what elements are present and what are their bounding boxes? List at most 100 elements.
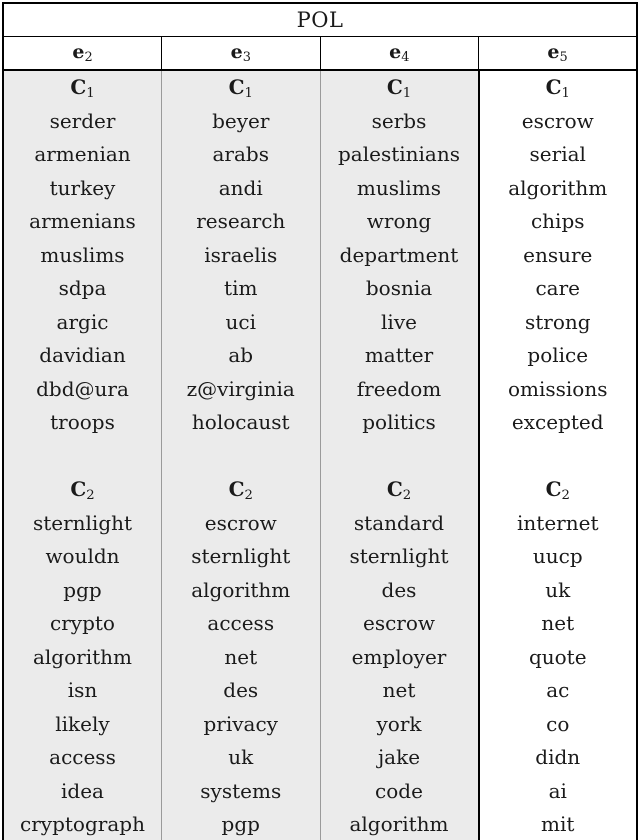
term-item: bosnia <box>365 276 433 300</box>
term-item: des <box>381 577 417 602</box>
term-item: department <box>339 242 459 267</box>
term-item: israelis <box>204 242 278 267</box>
term-item: mit <box>541 812 575 836</box>
term-item: z@virginia <box>186 376 295 401</box>
term-item: turkey <box>49 175 116 200</box>
term-item: dbd@ura <box>36 376 129 401</box>
term-item: employer <box>351 644 447 669</box>
cluster-label-base: C <box>70 477 87 501</box>
term-item: sternlight <box>349 544 449 568</box>
term-item: code <box>375 778 423 803</box>
cluster-label-subscript: 2 <box>86 487 95 503</box>
term-item: algorithm <box>191 577 291 602</box>
term-item: internet <box>517 510 599 535</box>
term-item: isn <box>67 678 98 702</box>
term-item: armenians <box>29 209 136 233</box>
term-item: omissions <box>507 376 608 401</box>
term-item: serbs <box>371 108 427 133</box>
term-item: pgp <box>63 577 102 602</box>
term-item: access <box>207 611 275 635</box>
term-item: holocaust <box>191 410 290 434</box>
term-item: chips <box>530 209 585 233</box>
term-item: ensure <box>523 242 593 267</box>
cluster-separator <box>162 440 320 474</box>
term-item: algorithm <box>508 175 608 200</box>
term-item: muslims <box>40 242 125 267</box>
term-item: matter <box>364 343 434 367</box>
cluster-label-subscript: 1 <box>402 85 412 101</box>
table-title-row: POL <box>2 2 638 37</box>
cluster-label: C1 <box>4 71 161 105</box>
term-item: cryptograph <box>20 812 145 836</box>
term-item: york <box>376 711 422 736</box>
column-body-e5: C1 escrow serial algorithm chips ensure care st… <box>478 70 638 840</box>
term-item: co <box>546 711 570 736</box>
cluster-label-base: C <box>386 477 403 501</box>
term-item: troops <box>50 410 115 434</box>
cluster-label-subscript: 1 <box>244 85 253 101</box>
term-item: uci <box>225 309 256 334</box>
cluster-label-base: C <box>545 75 562 99</box>
term-item: serial <box>529 142 586 166</box>
term-item: ac <box>546 678 570 702</box>
term-item: des <box>223 678 259 702</box>
term-item: crypto <box>50 611 115 635</box>
page-title: POL <box>2 2 638 37</box>
term-item: standard <box>353 510 445 535</box>
term-item: sdpa <box>58 276 107 300</box>
term-item: likely <box>55 711 110 736</box>
column-body-e4: C1 serbs palestinians muslims wrong departmen… <box>320 70 480 840</box>
term-item: strong <box>524 309 591 334</box>
term-item: net <box>382 678 416 702</box>
column-header-e4: e4 <box>320 36 479 71</box>
column-header-e3: e3 <box>161 36 321 71</box>
cluster-label-base: C <box>545 477 562 501</box>
term-item: ab <box>228 343 254 367</box>
table: POL e2 e3 e4 e5 C1 serder armenian turkey ar… <box>2 2 638 840</box>
term-item: ai <box>548 778 567 803</box>
cluster-separator <box>480 440 637 474</box>
cluster-label-base: C <box>70 75 87 99</box>
term-item: arabs <box>212 142 269 166</box>
term-item: uucp <box>532 544 583 568</box>
term-item: access <box>49 745 116 769</box>
term-item: freedom <box>356 376 442 401</box>
cluster-label-subscript: 2 <box>561 487 570 503</box>
column-header-e4-label: e4 <box>389 41 410 65</box>
cluster-label: C2 <box>480 473 637 507</box>
term-item: jake <box>377 745 421 769</box>
column-e4-stack: C1 serbs palestinians muslims wrong departmen… <box>321 71 478 840</box>
term-item: sternlight <box>32 510 133 535</box>
term-item: pgp <box>221 812 260 836</box>
cluster-label: C2 <box>162 473 320 507</box>
cluster-label-base: C <box>228 75 245 99</box>
term-item: escrow <box>204 510 277 535</box>
term-item: wouldn <box>45 544 120 568</box>
term-item: algorithm <box>32 644 132 669</box>
column-header-e5-label: e5 <box>547 41 568 65</box>
term-item: care <box>535 276 581 300</box>
pol-term-cluster-table: POL e2 e3 e4 e5 C1 serder armenian turkey ar… <box>0 0 640 840</box>
cluster-label-subscript: 2 <box>402 487 412 503</box>
cluster-separator <box>321 440 478 474</box>
term-item: tim <box>224 276 258 300</box>
term-item: muslims <box>356 175 442 200</box>
table-body: POL e2 e3 e4 e5 C1 serder armenian turkey ar… <box>2 2 638 840</box>
column-header-row: e2 e3 e4 e5 <box>2 36 638 71</box>
column-body-e2: C1 serder armenian turkey armenians muslims sd… <box>2 70 162 840</box>
cluster-label: C2 <box>321 473 478 507</box>
term-item: politics <box>362 410 436 434</box>
term-item: wrong <box>366 209 432 233</box>
cluster-label-base: C <box>228 477 245 501</box>
cluster-label: C1 <box>480 71 637 105</box>
term-item: armenian <box>34 142 131 166</box>
column-header-e3-label: e3 <box>230 41 251 65</box>
term-item: excepted <box>511 410 604 434</box>
term-item: net <box>224 644 258 669</box>
cluster-label: C1 <box>162 71 320 105</box>
term-item: beyer <box>212 108 270 133</box>
term-item: quote <box>528 644 587 669</box>
term-item: sternlight <box>191 544 291 568</box>
column-body-e3: C1 beyer arabs andi research israelis tim uci ab… <box>161 70 321 840</box>
cluster-label-subscript: 1 <box>561 85 570 101</box>
